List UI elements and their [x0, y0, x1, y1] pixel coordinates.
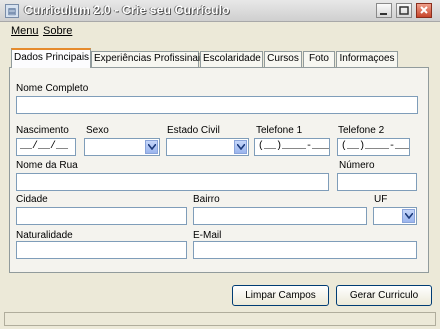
- menu-item-menu[interactable]: Menu: [11, 25, 39, 37]
- telefone2-label: Telefone 2: [338, 125, 385, 136]
- nascimento-input[interactable]: __/__/__: [16, 138, 76, 156]
- email-label: E-Mail: [193, 230, 222, 241]
- chevron-down-icon[interactable]: [402, 209, 415, 223]
- document-icon: ▤: [5, 4, 19, 18]
- nome-input[interactable]: [16, 96, 418, 114]
- chevron-down-icon[interactable]: [234, 140, 247, 154]
- tab-experiencias[interactable]: Experiências Profissinais: [91, 51, 205, 67]
- cidade-input[interactable]: [16, 207, 187, 225]
- uf-select[interactable]: [373, 207, 417, 225]
- numero-input[interactable]: [337, 173, 417, 191]
- close-icon[interactable]: [416, 3, 432, 18]
- telefone1-label: Telefone 1: [256, 125, 303, 136]
- menu-item-sobre[interactable]: Sobre: [43, 25, 72, 37]
- rua-input[interactable]: [16, 173, 329, 191]
- minimize-icon[interactable]: [376, 3, 392, 18]
- cidade-label: Cidade: [16, 194, 48, 205]
- sexo-select[interactable]: [84, 138, 160, 156]
- tab-cursos[interactable]: Cursos: [264, 51, 302, 67]
- numero-label: Número: [339, 160, 375, 171]
- limpar-campos-button[interactable]: Limpar Campos: [232, 285, 329, 306]
- status-bar: [4, 312, 436, 326]
- window-title: Curriculum 2.0 - Crie seu Currículo: [24, 3, 230, 17]
- naturalidade-input[interactable]: [16, 241, 187, 259]
- maximize-icon[interactable]: [396, 3, 412, 18]
- email-input[interactable]: [193, 241, 417, 259]
- gerar-curriculo-button[interactable]: Gerar Curriculo: [336, 285, 432, 306]
- tab-escolaridade[interactable]: Escolaridade: [200, 51, 263, 67]
- nascimento-label: Nascimento: [16, 125, 69, 136]
- naturalidade-label: Naturalidade: [16, 230, 73, 241]
- tab-informacoes[interactable]: Informaçoes: [336, 51, 398, 67]
- sexo-label: Sexo: [86, 125, 109, 136]
- rua-label: Nome da Rua: [16, 160, 78, 171]
- telefone1-input[interactable]: (__)____-____: [254, 138, 330, 156]
- bairro-input[interactable]: [193, 207, 367, 225]
- telefone2-input[interactable]: (__)____-____: [337, 138, 410, 156]
- tab-dados-principais[interactable]: Dados Principais: [11, 48, 91, 68]
- nome-label: Nome Completo: [16, 83, 89, 94]
- bairro-label: Bairro: [193, 194, 220, 205]
- tab-foto[interactable]: Foto: [303, 51, 335, 67]
- estado-civil-select[interactable]: [166, 138, 249, 156]
- uf-label: UF: [374, 194, 388, 205]
- chevron-down-icon[interactable]: [145, 140, 158, 154]
- estado-civil-label: Estado Civil: [167, 125, 220, 136]
